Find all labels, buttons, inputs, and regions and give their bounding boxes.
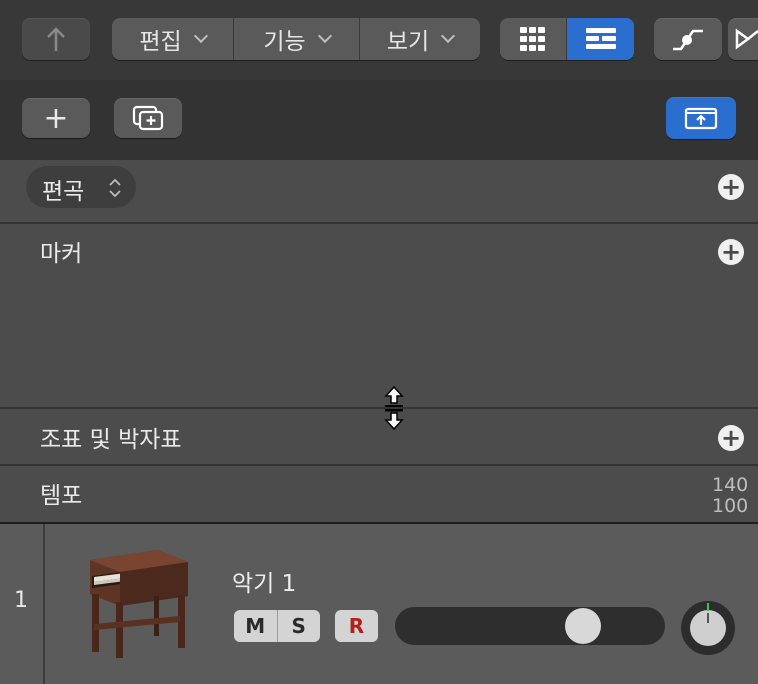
- arrangement-label: 편곡: [42, 179, 85, 205]
- view-menu[interactable]: 보기: [360, 18, 480, 60]
- pan-indicator: [707, 603, 709, 611]
- edit-menu-label: 편집: [139, 29, 182, 55]
- mute-solo-group: M S: [234, 610, 320, 642]
- divider: [0, 407, 758, 409]
- chevron-down-icon: [193, 28, 208, 44]
- plus-icon: +: [43, 100, 69, 136]
- solo-button[interactable]: S: [278, 610, 321, 642]
- tracks-view-icon: [585, 28, 616, 49]
- add-signature-button[interactable]: +: [718, 425, 744, 451]
- marker-label: 마커: [40, 241, 83, 267]
- catch-playhead-button[interactable]: [666, 97, 736, 139]
- main-toolbar: 편집 기능 보기: [0, 0, 758, 80]
- view-menu-label: 보기: [386, 29, 430, 55]
- tempo-tick-low: 100: [712, 495, 749, 517]
- add-marker-button[interactable]: +: [718, 239, 744, 265]
- up-arrow-icon: [47, 27, 65, 51]
- solo-label: S: [291, 614, 306, 638]
- mute-button[interactable]: M: [234, 610, 278, 642]
- volume-slider[interactable]: [395, 607, 665, 645]
- add-track-button[interactable]: +: [22, 98, 90, 138]
- arrangement-popup[interactable]: 편곡: [26, 166, 136, 208]
- view-toggle: [500, 18, 634, 60]
- edit-menu[interactable]: 편집: [112, 18, 234, 60]
- mute-label: M: [245, 614, 266, 638]
- duplicate-track-icon: [132, 105, 164, 131]
- track-header-toolbar: +: [0, 80, 758, 160]
- functions-menu[interactable]: 기능: [234, 18, 360, 60]
- chevron-down-icon: [441, 28, 456, 44]
- up-arrow-button[interactable]: [22, 18, 90, 60]
- flex-icon: [735, 28, 758, 50]
- track-name[interactable]: 악기 1: [232, 564, 296, 598]
- tempo-label: 템포: [40, 483, 83, 509]
- track-number: 1: [14, 588, 28, 613]
- divider: [0, 222, 758, 224]
- record-enable-button[interactable]: R: [335, 610, 378, 642]
- tempo-tick-high: 140: [712, 474, 749, 496]
- pan-pointer: [707, 613, 709, 623]
- menu-segment: 편집 기능 보기: [112, 18, 480, 60]
- organ-icon: [90, 550, 188, 658]
- pan-knob[interactable]: [681, 601, 735, 655]
- track-number-column: 1: [0, 524, 45, 684]
- add-arrangement-button[interactable]: +: [718, 174, 744, 200]
- track-header[interactable]: 1 악기 1 M S R: [0, 522, 758, 684]
- functions-menu-label: 기능: [263, 29, 306, 55]
- global-tracks: 편곡 + 마커 + 조표 및 박자표 + 템포 140 100: [0, 160, 758, 522]
- catch-playhead-icon: [684, 107, 718, 130]
- automation-button[interactable]: [654, 18, 722, 60]
- automation-icon: [673, 29, 703, 51]
- grid-view-button[interactable]: [500, 18, 567, 60]
- updown-chevron-icon: [109, 178, 121, 198]
- record-label: R: [348, 614, 365, 638]
- flex-button[interactable]: [728, 18, 758, 60]
- chevron-down-icon: [317, 28, 332, 44]
- list-view-button[interactable]: [567, 18, 634, 60]
- grid-icon: [520, 27, 545, 51]
- volume-slider-thumb[interactable]: [564, 608, 601, 644]
- duplicate-track-button[interactable]: [114, 98, 182, 138]
- divider: [0, 464, 758, 466]
- signature-label: 조표 및 박자표: [40, 427, 182, 453]
